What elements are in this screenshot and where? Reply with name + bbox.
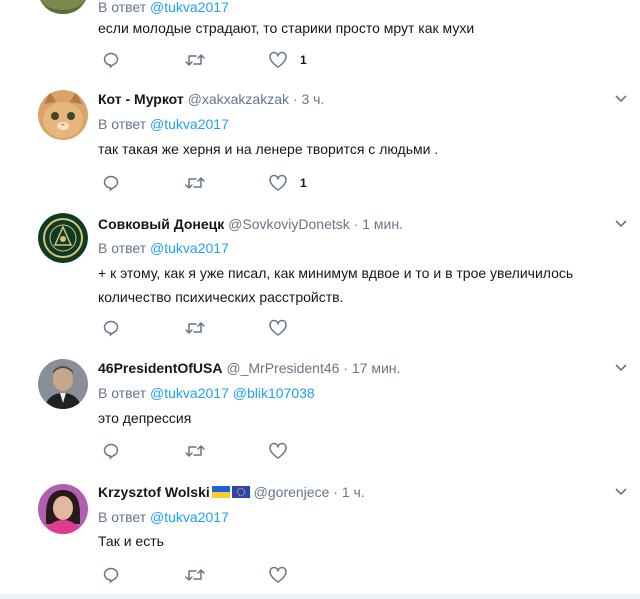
tweet-header: Krzysztof Wolski @gorenjece · 1 ч.	[98, 483, 365, 501]
retweet-icon	[185, 569, 205, 581]
reply-icon	[103, 443, 119, 460]
tweet-time[interactable]: 1 ч.	[342, 484, 365, 500]
reply-mention[interactable]: @tukva2017	[150, 0, 229, 15]
bottom-bar	[0, 594, 640, 599]
like-button[interactable]	[268, 318, 288, 338]
like-button[interactable]: 1	[268, 50, 307, 70]
separator-dot: ·	[343, 360, 348, 376]
author-name[interactable]: Кот - Муркот	[98, 91, 184, 107]
reply-prefix: В ответ	[98, 385, 147, 401]
retweet-icon	[185, 445, 205, 457]
author-name[interactable]: 46PresidentOfUSA	[98, 360, 222, 376]
separator-dot: ·	[333, 484, 338, 500]
author-handle[interactable]: @SovkoviyDonetsk	[228, 216, 350, 232]
avatar[interactable]	[38, 0, 88, 14]
author-handle[interactable]: @_MrPresident46	[226, 360, 339, 376]
reply-button[interactable]	[102, 173, 120, 193]
retweet-button[interactable]	[184, 441, 206, 461]
retweet-button[interactable]	[184, 318, 206, 338]
tweet-header: Совковый Донецк @SovkoviyDonetsk · 1 мин…	[98, 215, 403, 233]
separator-dot: ·	[353, 216, 359, 232]
heart-icon	[269, 51, 287, 68]
tweet-time[interactable]: 3 ч.	[301, 91, 324, 107]
avatar-image	[38, 0, 88, 14]
heart-icon	[269, 174, 287, 191]
reply-mention[interactable]: @tukva2017	[150, 240, 229, 256]
reply-button[interactable]	[102, 565, 120, 585]
like-count: 1	[300, 53, 307, 67]
tweet-time[interactable]: 17 мин.	[352, 360, 401, 376]
reply-button[interactable]	[102, 441, 120, 461]
tweet-text: так такая же херня и на ленере творится …	[98, 141, 439, 157]
person-avatar-image	[38, 484, 88, 534]
tweet-0[interactable]: В ответ @tukva2017 если молодые страдают…	[0, 0, 640, 79]
cat-avatar-image	[38, 90, 88, 140]
separator-dot: ·	[292, 91, 298, 107]
avatar[interactable]	[38, 484, 88, 534]
chevron-down-icon[interactable]	[614, 94, 628, 104]
retweet-button[interactable]	[184, 50, 206, 70]
reply-button[interactable]	[102, 318, 120, 338]
like-button[interactable]	[268, 441, 288, 461]
retweet-button[interactable]	[184, 173, 206, 193]
tweet-4[interactable]: Krzysztof Wolski @gorenjece · 1 ч. В отв…	[0, 469, 640, 595]
retweet-icon	[185, 54, 205, 66]
reply-context: В ответ @tukva2017 @blik107038	[98, 384, 315, 402]
emblem-avatar-image	[38, 213, 88, 263]
reply-mention[interactable]: @tukva2017	[150, 509, 229, 525]
reply-mention[interactable]: @tukva2017	[150, 385, 229, 401]
tweet-text: Так и есть	[98, 533, 164, 549]
tweet-2[interactable]: Совковый Донецк @SovkoviyDonetsk · 1 мин…	[0, 203, 640, 348]
retweet-button[interactable]	[184, 565, 206, 585]
avatar[interactable]	[38, 90, 88, 140]
like-button[interactable]	[268, 565, 288, 585]
avatar[interactable]	[38, 359, 88, 409]
tweet-text: это депрессия	[98, 410, 192, 426]
eu-flag-icon	[231, 486, 250, 498]
like-button[interactable]: 1	[268, 173, 307, 193]
like-count: 1	[300, 176, 307, 190]
avatar[interactable]	[38, 213, 88, 263]
reply-button[interactable]	[102, 50, 120, 70]
tweet-1[interactable]: Кот - Муркот @xakxakzakzak · 3 ч. В отве…	[0, 78, 640, 204]
heart-icon	[269, 319, 287, 336]
retweet-icon	[185, 322, 205, 334]
ukraine-flag-icon	[211, 486, 230, 498]
reply-icon	[103, 52, 119, 69]
reply-mention-2[interactable]: @blik107038	[233, 385, 315, 401]
chevron-down-icon[interactable]	[614, 363, 628, 373]
author-name[interactable]: Совковый Донецк	[98, 216, 224, 232]
retweet-icon	[185, 177, 205, 189]
person-avatar-image	[38, 359, 88, 409]
reply-prefix: В ответ	[98, 240, 147, 256]
tweet-header: Кот - Муркот @xakxakzakzak · 3 ч.	[98, 90, 324, 108]
tweet-3[interactable]: 46PresidentOfUSA @_MrPresident46 · 17 ми…	[0, 347, 640, 470]
reply-context: В ответ @tukva2017	[98, 0, 229, 16]
chevron-down-icon[interactable]	[614, 487, 628, 497]
reply-icon	[103, 567, 119, 584]
reply-context: В ответ @tukva2017	[98, 115, 229, 133]
reply-mention[interactable]: @tukva2017	[150, 116, 229, 132]
author-handle[interactable]: @gorenjece	[254, 484, 330, 500]
tweet-header: 46PresidentOfUSA @_MrPresident46 · 17 ми…	[98, 359, 400, 377]
reply-prefix: В ответ	[98, 116, 147, 132]
heart-icon	[269, 566, 287, 583]
reply-prefix: В ответ	[98, 509, 147, 525]
author-name[interactable]: Krzysztof Wolski	[98, 484, 210, 500]
reply-context: В ответ @tukva2017	[98, 508, 229, 526]
reply-icon	[103, 175, 119, 192]
reply-prefix: В ответ	[98, 0, 147, 15]
heart-icon	[269, 442, 287, 459]
reply-icon	[103, 320, 119, 337]
chevron-down-icon[interactable]	[614, 219, 628, 229]
tweet-time[interactable]: 1 мин.	[362, 216, 403, 232]
reply-context: В ответ @tukva2017	[98, 239, 229, 257]
tweet-text: + к этому, как я уже писал, как минимум …	[98, 265, 574, 305]
tweet-text: если молодые страдают, то старики просто…	[98, 20, 475, 36]
author-handle[interactable]: @xakxakzakzak	[188, 91, 289, 107]
